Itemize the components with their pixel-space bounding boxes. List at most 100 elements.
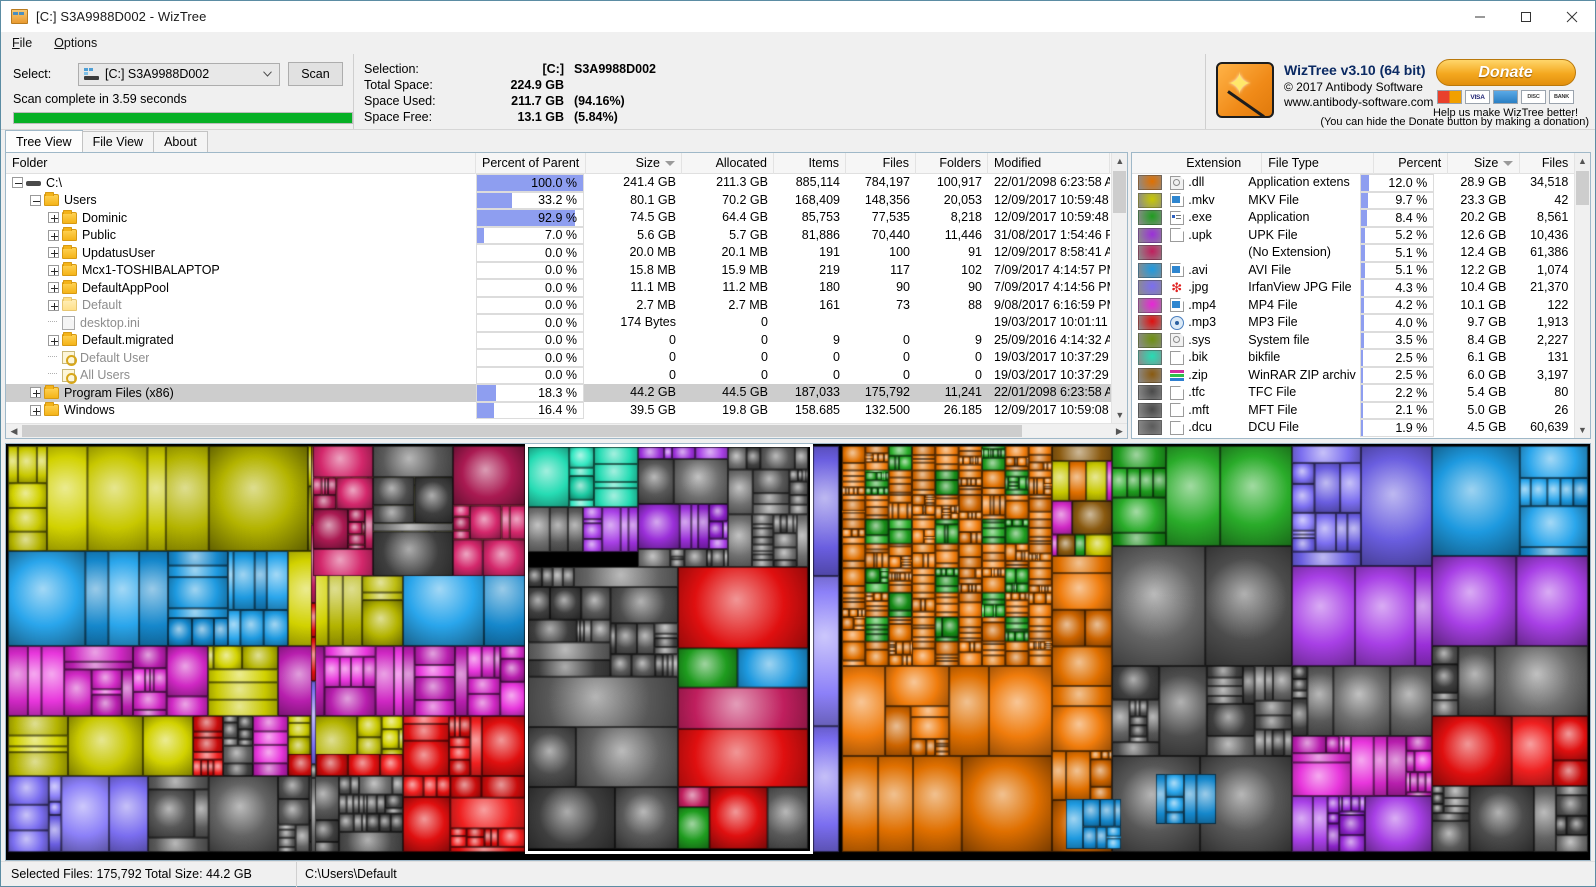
tree-horizontal-scrollbar[interactable]: ◀ ▶ xyxy=(6,423,1127,438)
tree-name-cell[interactable]: Windows xyxy=(6,402,476,420)
table-row[interactable]: UpdatusUser0.0 %20.0 MB20.1 MB1911009112… xyxy=(6,244,1127,262)
expand-icon[interactable] xyxy=(48,335,59,346)
collapse-icon[interactable] xyxy=(30,195,41,206)
tree-name-cell[interactable]: Mcx1-TOSHIBALAPTOP xyxy=(6,262,476,280)
tree-hscroll-thumb[interactable] xyxy=(22,425,1022,437)
list-item[interactable]: .exeApplication8.4 %20.2 GB8,561 xyxy=(1132,209,1590,227)
list-item[interactable]: ❇.jpgIrfanView JPG File4.3 %10.4 GB21,37… xyxy=(1132,279,1590,297)
list-item[interactable]: .tfcTFC File2.2 %5.4 GB80 xyxy=(1132,384,1590,402)
expand-icon[interactable] xyxy=(30,405,41,416)
cell-folders: 0 xyxy=(916,367,988,385)
table-row[interactable]: C:\100.0 %241.4 GB211.3 GB885,114784,197… xyxy=(6,174,1127,192)
minimize-icon[interactable] xyxy=(1457,1,1503,32)
table-row[interactable]: All Users0.0 %0000019/03/2017 10:37:29 A… xyxy=(6,367,1127,385)
list-item[interactable]: .dcuDCU File1.9 %4.5 GB60,639 xyxy=(1132,419,1590,437)
tree-name-cell[interactable]: Dominic xyxy=(6,209,476,227)
tab-tree-view[interactable]: Tree View xyxy=(5,130,83,152)
list-item[interactable]: (No Extension)5.1 %12.4 GB61,386 xyxy=(1132,244,1590,262)
tree-name-cell[interactable]: UpdatusUser xyxy=(6,244,476,262)
table-row[interactable]: Users33.2 %80.1 GB70.2 GB168,409148,3562… xyxy=(6,192,1127,210)
extension-rows: .dllApplication extens12.0 %28.9 GB34,51… xyxy=(1132,174,1590,437)
tree-name-cell[interactable]: C:\ xyxy=(6,174,476,192)
col-percent-of-parent[interactable]: Percent of Parent xyxy=(476,153,586,174)
scroll-right-icon[interactable]: ▶ xyxy=(1111,426,1127,437)
tree-name-cell[interactable]: Default xyxy=(6,297,476,315)
tree-scroll-thumb[interactable] xyxy=(1113,171,1126,213)
table-row[interactable]: Mcx1-TOSHIBALAPTOP0.0 %15.8 MB15.9 MB219… xyxy=(6,262,1127,280)
tree-name-cell[interactable]: Default User xyxy=(6,349,476,367)
extension-files: 1,074 xyxy=(1512,262,1574,280)
treemap-visualization[interactable] xyxy=(5,443,1591,861)
scroll-up-icon[interactable]: ▲ xyxy=(1112,153,1127,169)
col-size[interactable]: Size xyxy=(586,153,682,174)
donate-note: (You can hide the Donate button by makin… xyxy=(1320,116,1589,128)
app-website[interactable]: www.antibody-software.com xyxy=(1284,95,1433,109)
table-row[interactable]: Dominic92.9 %74.5 GB64.4 GB85,75377,5358… xyxy=(6,209,1127,227)
col-modified[interactable]: Modified xyxy=(988,153,1110,174)
treemap-canvas[interactable] xyxy=(6,444,1590,854)
expand-icon[interactable] xyxy=(48,212,59,223)
tree-name-cell[interactable]: Default.migrated xyxy=(6,332,476,350)
col-ext-percent[interactable]: Percent xyxy=(1374,153,1448,174)
table-row[interactable]: Windows16.4 %39.5 GB19.8 GB158.685132.50… xyxy=(6,402,1127,420)
col-file-type[interactable]: File Type xyxy=(1262,153,1374,174)
col-ext-size[interactable]: Size xyxy=(1448,153,1520,174)
tree-vertical-scrollbar[interactable]: ▲ ▼ xyxy=(1111,153,1127,423)
expand-icon[interactable] xyxy=(48,282,59,293)
collapse-icon[interactable] xyxy=(12,177,23,188)
table-row[interactable]: DefaultAppPool0.0 %11.1 MB11.2 MB1809090… xyxy=(6,279,1127,297)
tree-item-label: C:\ xyxy=(46,176,62,190)
list-item[interactable]: .mkvMKV File9.7 %23.3 GB42 xyxy=(1132,192,1590,210)
list-item[interactable]: .mftMFT File2.1 %5.0 GB26 xyxy=(1132,402,1590,420)
tree-name-cell[interactable]: Users xyxy=(6,192,476,210)
scroll-down-icon[interactable]: ▼ xyxy=(1112,407,1127,423)
list-item[interactable]: .bikbikfile2.5 %6.1 GB131 xyxy=(1132,349,1590,367)
list-item[interactable]: .aviAVI File5.1 %12.2 GB1,074 xyxy=(1132,262,1590,280)
folder-icon xyxy=(44,194,59,206)
col-ext-files[interactable]: Files xyxy=(1520,153,1574,174)
tree-name-cell[interactable]: desktop.ini xyxy=(6,314,476,332)
expand-icon[interactable] xyxy=(30,387,41,398)
expand-icon[interactable] xyxy=(48,265,59,276)
tree-name-cell[interactable]: DefaultAppPool xyxy=(6,279,476,297)
table-row[interactable]: Public7.0 %5.6 GB5.7 GB81,88670,44011,44… xyxy=(6,227,1127,245)
menu-file[interactable]: File xyxy=(10,34,42,52)
list-item[interactable]: .mp4MP4 File4.2 %10.1 GB122 xyxy=(1132,297,1590,315)
scroll-up-icon[interactable]: ▲ xyxy=(1575,153,1590,169)
maximize-icon[interactable] xyxy=(1503,1,1549,32)
expand-icon[interactable] xyxy=(48,300,59,311)
list-item[interactable]: .mp3MP3 File4.0 %9.7 GB1,913 xyxy=(1132,314,1590,332)
table-row[interactable]: Default User0.0 %0000019/03/2017 10:37:2… xyxy=(6,349,1127,367)
scroll-left-icon[interactable]: ◀ xyxy=(6,426,22,437)
tree-name-cell[interactable]: All Users xyxy=(6,367,476,385)
list-item[interactable]: .zipWinRAR ZIP archiv2.5 %6.0 GB3,197 xyxy=(1132,367,1590,385)
col-allocated[interactable]: Allocated xyxy=(682,153,774,174)
scroll-down-icon[interactable]: ▼ xyxy=(1575,422,1590,438)
col-folders[interactable]: Folders xyxy=(916,153,988,174)
ext-scroll-thumb[interactable] xyxy=(1576,171,1589,205)
tab-file-view[interactable]: File View xyxy=(82,131,154,152)
tree-name-cell[interactable]: Public xyxy=(6,227,476,245)
list-item[interactable]: .sysSystem file3.5 %8.4 GB2,227 xyxy=(1132,332,1590,350)
col-items[interactable]: Items xyxy=(774,153,846,174)
col-files[interactable]: Files xyxy=(846,153,916,174)
table-row[interactable]: Program Files (x86)18.3 %44.2 GB44.5 GB1… xyxy=(6,384,1127,402)
expand-icon[interactable] xyxy=(48,247,59,258)
ext-vertical-scrollbar[interactable]: ▲ ▼ xyxy=(1574,153,1590,438)
col-folder[interactable]: Folder xyxy=(6,153,476,174)
table-row[interactable]: Default0.0 %2.7 MB2.7 MB16173889/08/2017… xyxy=(6,297,1127,315)
expand-icon[interactable] xyxy=(48,230,59,241)
list-item[interactable]: .upkUPK File5.2 %12.6 GB10,436 xyxy=(1132,227,1590,245)
extension-percent-bar: 2.2 % xyxy=(1360,384,1434,402)
menu-options[interactable]: Options xyxy=(52,34,107,52)
table-row[interactable]: Default.migrated0.0 %0090925/09/2016 4:1… xyxy=(6,332,1127,350)
col-extension[interactable]: Extension xyxy=(1180,153,1262,174)
close-icon[interactable] xyxy=(1549,1,1595,32)
tree-name-cell[interactable]: Program Files (x86) xyxy=(6,384,476,402)
drive-select-combo[interactable]: [C:] S3A9988D002 xyxy=(78,63,280,86)
table-row[interactable]: desktop.ini0.0 %174 Bytes019/03/2017 10:… xyxy=(6,314,1127,332)
tab-about[interactable]: About xyxy=(153,131,208,152)
list-item[interactable]: .dllApplication extens12.0 %28.9 GB34,51… xyxy=(1132,174,1590,192)
scan-button[interactable]: Scan xyxy=(288,62,343,86)
donate-button[interactable]: Donate xyxy=(1436,59,1576,86)
